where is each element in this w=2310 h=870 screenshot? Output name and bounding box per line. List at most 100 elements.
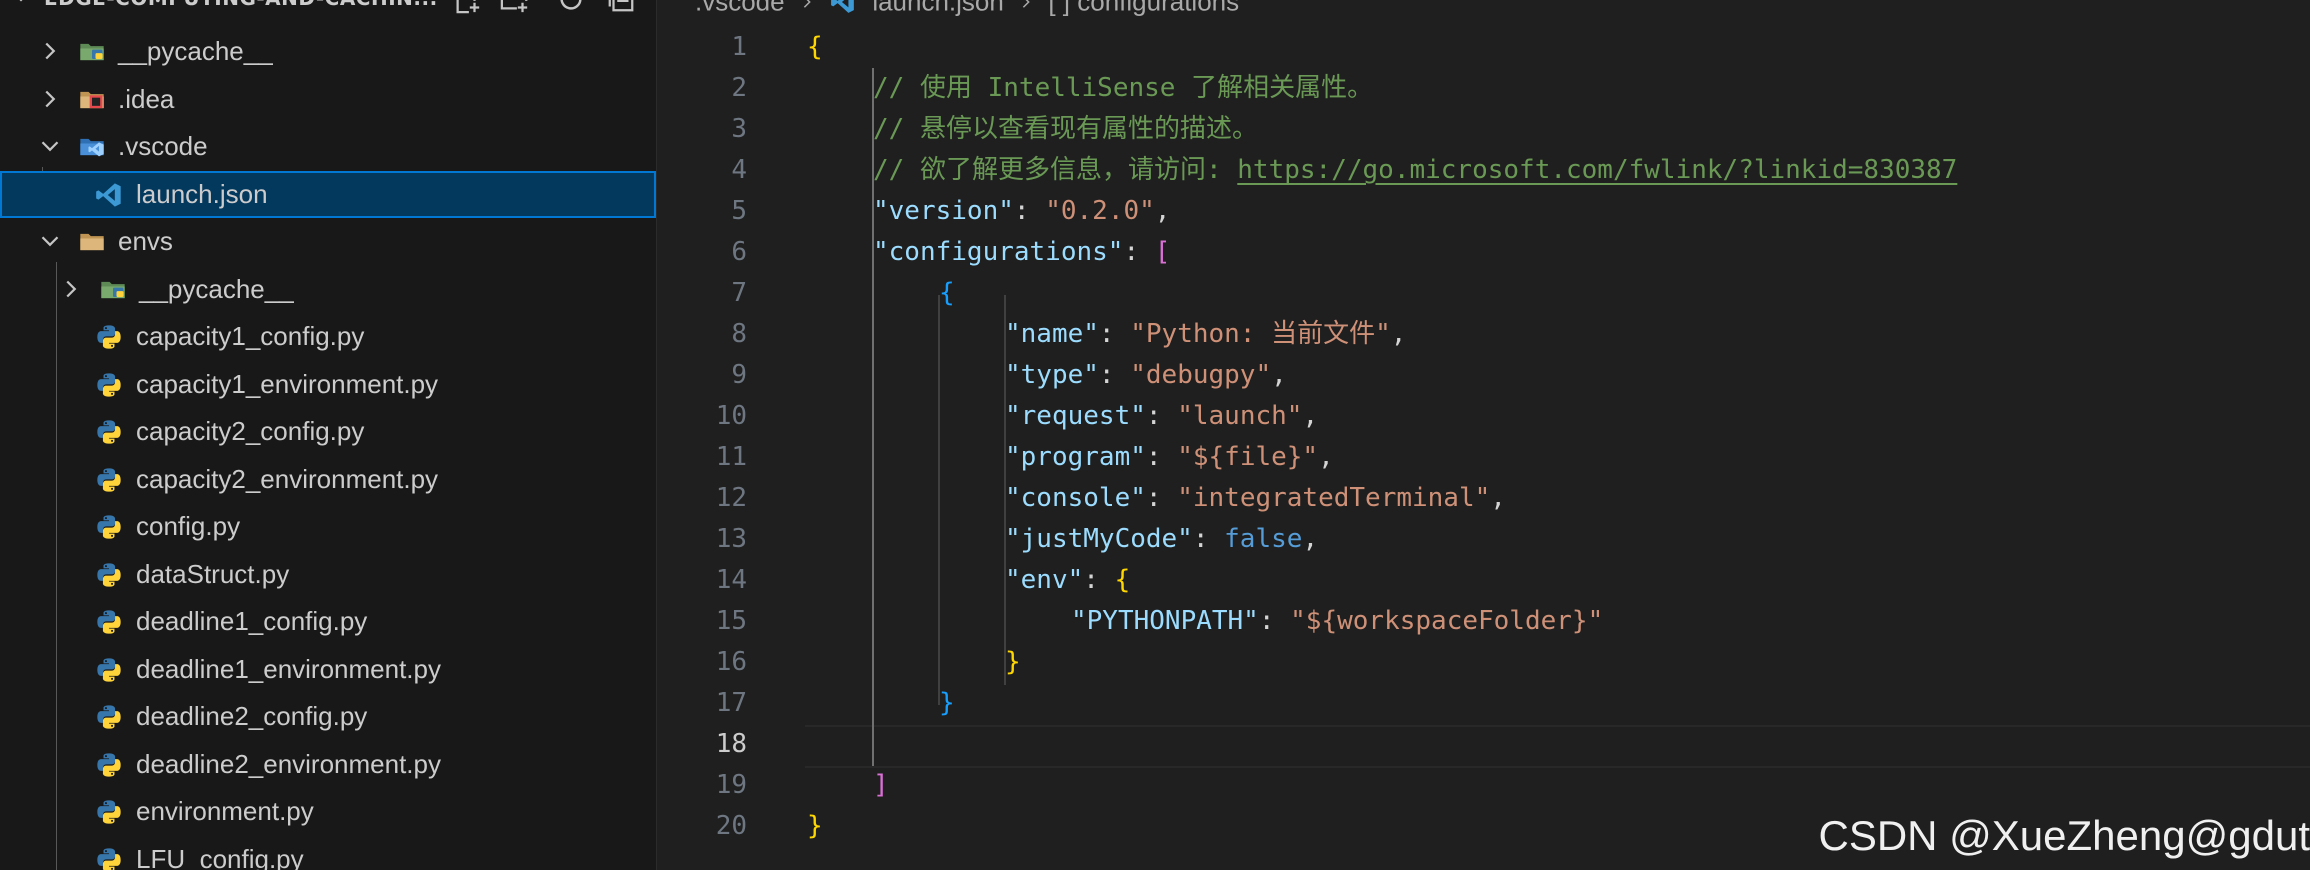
tree-folder[interactable]: __pycache__	[0, 28, 656, 75]
tree-file[interactable]: LFU_config.py	[0, 836, 656, 870]
code-line[interactable]: "PYTHONPATH": "${workspaceFolder}"	[1071, 601, 1603, 642]
tree-item-label: .vscode	[118, 131, 208, 161]
line-number: 10	[715, 401, 747, 431]
chevron-down-icon[interactable]	[10, 0, 32, 8]
tree-file[interactable]: config.py	[0, 503, 656, 550]
python-icon	[94, 323, 124, 351]
python-icon	[94, 846, 124, 870]
line-number: 14	[715, 565, 747, 595]
docs-link[interactable]: https://go.microsoft.com/fwlink/?linkid=…	[1237, 155, 1957, 185]
tree-folder[interactable]: .vscode	[0, 123, 656, 170]
code-line[interactable]: }	[939, 683, 955, 724]
explorer-header: EDGE-COMPUTING-AND-CACHIN...	[0, 0, 656, 14]
line-number: 6	[731, 237, 747, 267]
chevron-right-icon[interactable]	[40, 89, 60, 109]
tree-item-label: environment.py	[136, 796, 314, 826]
chevron-down-icon[interactable]	[40, 231, 60, 251]
code-line[interactable]: "program": "${file}",	[1005, 437, 1334, 478]
pycache-folder-icon	[76, 38, 106, 66]
line-number: 5	[731, 196, 747, 226]
refresh-icon[interactable]	[556, 0, 590, 12]
chevron-right-icon[interactable]	[61, 279, 81, 299]
line-number: 13	[715, 524, 747, 554]
tree-file[interactable]: dataStruct.py	[0, 551, 656, 598]
breadcrumb-folder[interactable]: .vscode	[695, 0, 785, 17]
line-number: 1	[731, 32, 747, 62]
breadcrumb: .vscode launch.json [ ] configurations	[695, 0, 1239, 17]
tree-file[interactable]: capacity1_config.py	[0, 313, 656, 360]
project-title[interactable]: EDGE-COMPUTING-AND-CACHIN...	[44, 0, 438, 10]
line-number: 18	[715, 729, 747, 759]
tree-item-label: __pycache__	[118, 36, 273, 66]
code-line[interactable]: ]	[873, 765, 889, 806]
tree-item-label: capacity1_environment.py	[136, 368, 439, 399]
code-line[interactable]: "env": {	[1005, 560, 1130, 601]
chevron-down-icon[interactable]	[40, 136, 60, 156]
tree-file[interactable]: environment.py	[0, 788, 656, 835]
vscode-file-icon	[831, 0, 854, 13]
tree-item-label: __pycache__	[139, 273, 294, 304]
tree-folder[interactable]: .idea	[0, 76, 656, 123]
code-line[interactable]: "console": "integratedTerminal",	[1005, 478, 1506, 519]
line-number: 16	[715, 647, 747, 677]
tree-file[interactable]: deadline2_config.py	[0, 693, 656, 740]
new-folder-icon[interactable]	[500, 0, 534, 13]
line-number: 11	[715, 442, 747, 472]
code-editor[interactable]: .vscode launch.json [ ] configurations 1…	[657, 0, 2310, 870]
python-icon	[94, 418, 124, 446]
tree-file[interactable]: deadline1_config.py	[0, 598, 656, 645]
chevron-right-icon[interactable]	[40, 41, 60, 61]
vscode-folder-icon	[76, 133, 106, 161]
code-line[interactable]: "name": "Python: 当前文件",	[1005, 314, 1406, 355]
tree-item-label: deadline1_config.py	[136, 606, 368, 636]
python-icon	[94, 466, 124, 494]
code-line[interactable]: {	[807, 27, 823, 68]
tree-file[interactable]: deadline1_environment.py	[0, 646, 656, 693]
code-line[interactable]: {	[939, 273, 955, 314]
line-number: 17	[715, 688, 747, 718]
code-line[interactable]: }	[807, 806, 823, 847]
line-number: 20	[715, 811, 747, 841]
code-line[interactable]: "type": "debugpy",	[1005, 355, 1287, 396]
tree-file[interactable]: deadline2_environment.py	[0, 741, 656, 788]
tree-item-label: envs	[118, 226, 173, 256]
tree-item-label: LFU_config.py	[136, 843, 304, 870]
tree-folder[interactable]: __pycache__	[0, 266, 656, 313]
tree-file[interactable]: capacity1_environment.py	[0, 361, 656, 408]
tree-item-label: .idea	[118, 83, 175, 114]
python-icon	[94, 798, 124, 826]
chevron-right-icon	[803, 0, 811, 8]
chevron-right-icon	[1022, 0, 1030, 8]
line-number: 12	[715, 483, 747, 513]
folder-icon	[76, 228, 106, 256]
python-icon	[94, 656, 124, 684]
breadcrumb-symbol[interactable]: configurations	[1077, 0, 1239, 17]
code-line[interactable]: // 悬停以查看现有属性的描述。	[873, 109, 1258, 150]
new-file-icon[interactable]	[452, 0, 486, 14]
code-line[interactable]: // 欲了解更多信息，请访问: https://go.microsoft.com…	[873, 150, 1957, 191]
line-number: 8	[731, 319, 747, 349]
code-line[interactable]: "justMyCode": false,	[1005, 519, 1318, 560]
indent-guide	[1004, 600, 1006, 640]
code-line[interactable]: // 使用 IntelliSense 了解相关属性。	[873, 68, 1373, 109]
code-line[interactable]: "configurations": [	[873, 232, 1170, 273]
line-number: 9	[731, 360, 747, 390]
line-number: 2	[731, 73, 747, 103]
tree-item-label: deadline2_config.py	[136, 701, 368, 731]
tree-file[interactable]: capacity2_environment.py	[0, 456, 656, 503]
array-symbol-icon: [ ]	[1048, 0, 1070, 17]
tree-folder[interactable]: envs	[0, 218, 656, 265]
indent-guide	[938, 295, 940, 705]
collapse-all-icon[interactable]	[606, 0, 640, 12]
code-line[interactable]: }	[1005, 642, 1021, 683]
idea-folder-icon	[76, 86, 106, 114]
watermark: CSDN @XueZheng@gdut	[1818, 812, 2310, 859]
tree-file[interactable]: capacity2_config.py	[0, 408, 656, 455]
tree-item-label: dataStruct.py	[136, 558, 290, 589]
code-line[interactable]: "version": "0.2.0",	[873, 191, 1170, 232]
tree-file[interactable]: launch.json	[0, 170, 656, 218]
code-line[interactable]: "request": "launch",	[1005, 396, 1318, 437]
breadcrumb-file[interactable]: launch.json	[872, 0, 1004, 17]
tree-item-label: launch.json	[136, 178, 268, 209]
line-number: 7	[731, 278, 747, 308]
